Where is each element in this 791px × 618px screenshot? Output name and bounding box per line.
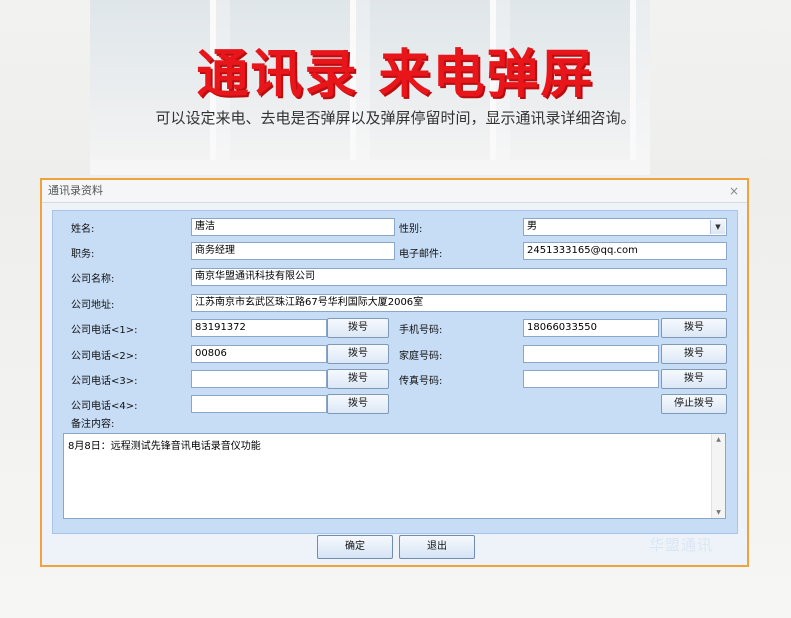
ok-button[interactable]: 确定 xyxy=(317,535,393,559)
home-label: 家庭号码: xyxy=(399,351,443,362)
name-label: 姓名: xyxy=(71,224,95,235)
chevron-down-icon[interactable]: ▼ xyxy=(710,220,725,234)
phone2-field[interactable]: 00806 xyxy=(191,345,327,363)
mobile-field[interactable]: 18066033550 xyxy=(523,319,659,337)
mobile-label: 手机号码: xyxy=(399,325,443,336)
title-label: 职务: xyxy=(71,249,95,260)
notes-textarea[interactable]: 8月8日：远程测试先锋音讯电话录音仪功能 ▲ ▼ xyxy=(63,433,726,519)
company-label: 公司名称: xyxy=(71,274,115,285)
dialog-client-area: 姓名: 唐洁 性别: 男 ▼ 职务: 商务经理 电子邮件: 2451333165… xyxy=(52,210,738,534)
dial-button-home[interactable]: 拨号 xyxy=(661,344,727,364)
gender-label: 性别: xyxy=(399,224,423,235)
name-field[interactable]: 唐洁 xyxy=(191,218,395,236)
scroll-up-icon[interactable]: ▲ xyxy=(712,436,725,443)
address-label: 公司地址: xyxy=(71,300,115,311)
phone3-label: 公司电话<3>: xyxy=(71,376,138,387)
gender-select[interactable]: 男 ▼ xyxy=(523,218,727,236)
dial-button-mobile[interactable]: 拨号 xyxy=(661,318,727,338)
address-field[interactable]: 江苏南京市玄武区珠江路67号华利国际大厦2006室 xyxy=(191,294,727,312)
exit-button[interactable]: 退出 xyxy=(399,535,475,559)
contact-dialog: 通讯录资料 × 姓名: 唐洁 性别: 男 ▼ 职务: 商务经理 电子邮件: 24… xyxy=(40,178,749,567)
home-field[interactable] xyxy=(523,345,659,363)
title-field[interactable]: 商务经理 xyxy=(191,242,395,260)
scroll-down-icon[interactable]: ▼ xyxy=(712,509,725,516)
phone4-label: 公司电话<4>: xyxy=(71,401,138,412)
phone3-field[interactable] xyxy=(191,370,327,388)
dial-button-phone2[interactable]: 拨号 xyxy=(327,344,389,364)
dialog-title: 通讯录资料 xyxy=(48,184,103,197)
stop-dial-button[interactable]: 停止拨号 xyxy=(661,394,727,414)
dial-button-phone1[interactable]: 拨号 xyxy=(327,318,389,338)
phone2-label: 公司电话<2>: xyxy=(71,351,138,362)
watermark: 华盟通讯 xyxy=(648,536,713,554)
phone1-label: 公司电话<1>: xyxy=(71,325,138,336)
fax-label: 传真号码: xyxy=(399,376,443,387)
dialog-titlebar: 通讯录资料 × xyxy=(42,180,747,203)
email-field[interactable]: 2451333165@qq.com xyxy=(523,242,727,260)
notes-text: 8月8日：远程测试先锋音讯电话录音仪功能 xyxy=(68,441,261,452)
fax-field[interactable] xyxy=(523,370,659,388)
notes-label: 备注内容: xyxy=(71,419,115,430)
banner-headline: 通讯录 来电弹屏 xyxy=(196,45,595,105)
company-field[interactable]: 南京华盟通讯科技有限公司 xyxy=(191,268,727,286)
gender-value: 男 xyxy=(527,221,537,232)
dial-button-phone3[interactable]: 拨号 xyxy=(327,369,389,389)
phone4-field[interactable] xyxy=(191,395,327,413)
close-icon[interactable]: × xyxy=(729,180,739,202)
email-label: 电子邮件: xyxy=(399,249,443,260)
dial-button-phone4[interactable]: 拨号 xyxy=(327,394,389,414)
phone1-field[interactable]: 83191372 xyxy=(191,319,327,337)
banner-subline: 可以设定来电、去电是否弹屏以及弹屏停留时间，显示通讯录详细咨询。 xyxy=(155,109,636,127)
notes-scrollbar[interactable]: ▲ ▼ xyxy=(711,434,725,518)
dial-button-fax[interactable]: 拨号 xyxy=(661,369,727,389)
